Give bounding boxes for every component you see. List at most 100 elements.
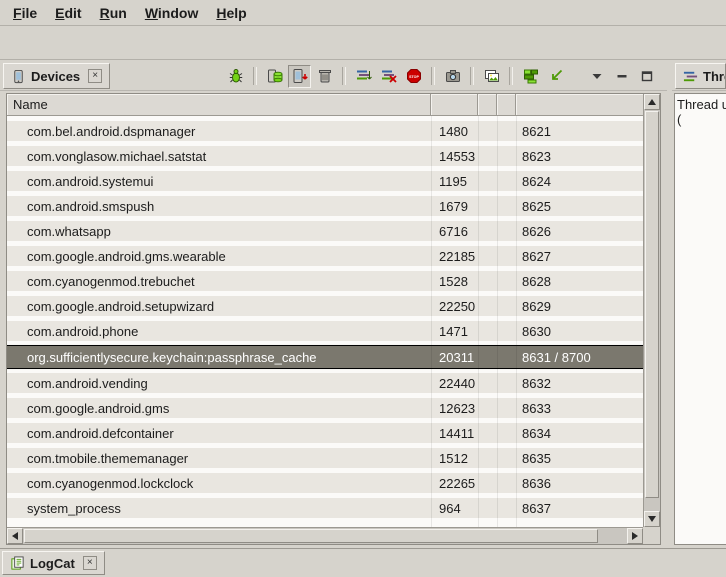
scroll-left-icon [12,532,18,540]
process-name: com.google.android.gms [7,401,431,416]
process-pid: 22265 [431,476,478,491]
process-pid: 22185 [431,249,478,264]
process-port: 8635 [516,451,643,466]
table-row[interactable]: com.google.android.gms126238633 [7,398,643,418]
process-port: 8628 [516,274,643,289]
vertical-scroll-thumb[interactable] [645,111,659,498]
table-row[interactable]: com.google.android.gms.wearable221858627 [7,246,643,266]
gallery-icon[interactable] [480,65,503,88]
tab-logcat[interactable]: LogCat × [2,551,105,575]
table-row[interactable]: com.android.smspush16798625 [7,196,643,216]
close-icon[interactable]: × [88,69,102,83]
table-row[interactable]: com.vonglasow.michael.satstat145538623 [7,146,643,166]
scroll-left-button[interactable] [7,528,23,544]
column-divider [516,116,517,527]
horizontal-scrollbar [7,527,643,544]
devices-view: Devices × STOP Name com. [0,61,667,548]
scroll-right-icon [632,532,638,540]
column-header-pid[interactable] [431,94,478,115]
devices-icon [11,69,26,84]
column-header-3[interactable] [478,94,497,115]
tab-label: Devices [31,69,80,84]
table-row[interactable]: org.sufficientlysecure.keychain:passphra… [7,345,643,369]
menubar: FileEditRunWindowHelp [0,0,726,26]
table-header: Name [7,94,643,116]
scroll-right-button[interactable] [627,528,643,544]
table-row[interactable]: com.android.vending224408632 [7,373,643,393]
table-row[interactable]: com.android.systemui11958624 [7,171,643,191]
dump-hprof-icon[interactable] [288,65,311,88]
tab-threads[interactable]: Threads [675,63,726,89]
cause-gc-icon[interactable] [313,65,336,88]
process-name: com.bel.android.dspmanager [7,124,431,139]
method-profiling-icon[interactable] [544,65,567,88]
process-port: 8637 [516,501,643,516]
table-row[interactable]: com.whatsapp6716 8626 [7,221,643,241]
table-row[interactable]: com.cyanogenmod.lockclock222658636 [7,473,643,493]
column-header-port[interactable] [516,94,643,115]
table-row[interactable]: com.bel.android.dspmanager14808621 [7,121,643,141]
process-port: 8621 [516,124,643,139]
svg-text:STOP: STOP [409,75,419,79]
horizontal-scroll-thumb[interactable] [24,529,598,543]
process-name: com.whatsapp [7,224,431,239]
process-port: 8623 [516,149,643,164]
menu-edit[interactable]: Edit [46,2,90,24]
process-pid: 12623 [431,401,478,416]
systrace-icon[interactable] [519,65,542,88]
menu-run[interactable]: Run [91,2,136,24]
tab-label: LogCat [30,556,75,571]
scroll-down-icon [648,516,656,522]
ddms-window: FileEditRunWindowHelp Devices × STOP Nam… [0,0,726,577]
menu-file[interactable]: File [4,2,46,24]
process-port: 8627 [516,249,643,264]
devices-toolbar: STOP [223,61,667,91]
screen-capture-icon[interactable] [441,65,464,88]
process-name: com.vonglasow.michael.satstat [7,149,431,164]
column-divider [478,116,479,527]
maximize-icon[interactable] [635,65,658,88]
process-pid: 22440 [431,376,478,391]
view-menu-icon[interactable] [585,65,608,88]
process-table-body: com.bel.android.dspmanager14808621 com.vo… [7,116,643,527]
process-pid: 6716 [431,224,478,239]
table-row[interactable]: com.google.android.setupwizard222508629 [7,296,643,316]
minimize-icon[interactable] [610,65,633,88]
tab-devices[interactable]: Devices × [3,63,110,89]
vertical-scrollbar [643,94,660,527]
table-row[interactable]: com.android.defcontainer144118634 [7,423,643,443]
process-port: 8626 [516,224,643,239]
table-row[interactable]: com.android.phone14718630 [7,321,643,341]
scroll-up-button[interactable] [644,94,660,110]
column-header-4[interactable] [497,94,516,115]
update-heap-icon[interactable] [263,65,286,88]
logcat-bar: LogCat × [0,548,726,577]
table-row[interactable]: com.cyanogenmod.trebuchet1528 8628 [7,271,643,291]
table-row[interactable]: com.tmobile.thememanager15128635 [7,448,643,468]
process-pid: 1528 [431,274,478,289]
stop-threads-icon[interactable] [377,65,400,88]
process-name: com.android.systemui [7,174,431,189]
column-header-name[interactable]: Name [7,94,431,115]
menu-window[interactable]: Window [136,2,208,24]
scroll-down-button[interactable] [644,511,660,527]
menu-help[interactable]: Help [207,2,255,24]
process-pid: 20311 [431,350,478,365]
threads-icon [683,69,698,84]
threads-message-line2: ( [677,112,724,127]
process-pid: 964 [431,501,478,516]
process-name: com.android.smspush [7,199,431,214]
stop-process-icon[interactable]: STOP [402,65,425,88]
process-port: 8630 [516,324,643,339]
scrollbar-corner [643,527,660,544]
table-row[interactable]: system_process9648637 [7,498,643,518]
debug-icon[interactable] [224,65,247,88]
logcat-icon [10,556,25,571]
process-name: com.android.phone [7,324,431,339]
close-icon[interactable]: × [83,556,97,570]
threads-view: Threads Thread up ( [672,61,726,548]
devices-tabbar: Devices × STOP [0,61,667,91]
update-threads-icon[interactable] [352,65,375,88]
process-name: com.cyanogenmod.trebuchet [7,274,431,289]
process-pid: 1679 [431,199,478,214]
